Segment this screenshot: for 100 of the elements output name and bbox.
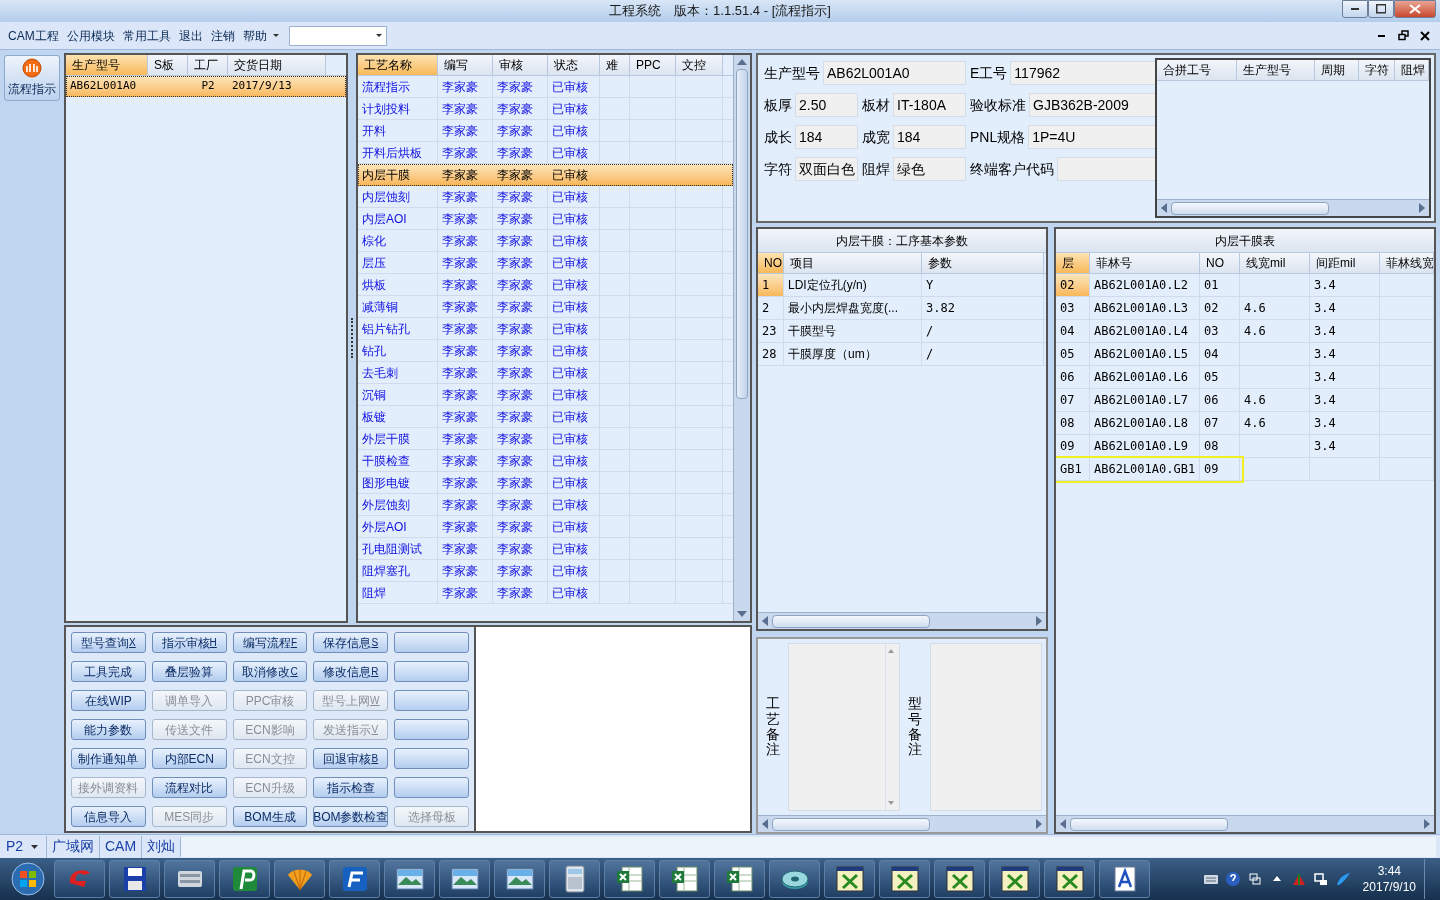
action-button[interactable]: 在线WIP xyxy=(71,690,146,711)
column-header[interactable]: 菲林号 xyxy=(1090,253,1200,273)
blank-button[interactable] xyxy=(394,632,469,653)
column-header[interactable]: 生产型号 xyxy=(66,55,148,75)
taskbar-button[interactable] xyxy=(109,860,160,898)
action-button[interactable]: BOM生成 xyxy=(232,806,308,827)
action-button[interactable]: 回退审核B xyxy=(313,748,389,769)
action-button[interactable]: 内部ECN xyxy=(151,748,227,769)
table-row[interactable]: AB62L001A0 P2 2017/9/13 xyxy=(66,76,346,97)
action-button[interactable]: 指示检查 xyxy=(313,777,389,798)
taskbar-button[interactable] xyxy=(934,860,985,898)
text-field[interactable] xyxy=(1057,157,1158,181)
table-row[interactable]: 干膜检查 李家豪 李家豪 已审核 xyxy=(358,450,733,472)
table-row[interactable]: 内层AOI 李家豪 李家豪 已审核 xyxy=(358,208,733,230)
maximize-button[interactable] xyxy=(1368,0,1394,18)
table-row[interactable]: 去毛刺 李家豪 李家豪 已审核 xyxy=(358,362,733,384)
action-button[interactable]: 型号查询X xyxy=(71,632,146,653)
menu-item[interactable]: 帮助 xyxy=(238,24,283,47)
blank-button[interactable] xyxy=(394,661,469,682)
blank-button[interactable] xyxy=(394,748,469,769)
column-header[interactable]: PPC xyxy=(630,55,676,75)
column-header[interactable]: 层 xyxy=(1056,253,1090,273)
taskbar-button[interactable] xyxy=(549,860,600,898)
table-row[interactable]: 外层AOI 李家豪 李家豪 已审核 xyxy=(358,516,733,538)
minimize-button[interactable] xyxy=(1342,0,1368,18)
action-button[interactable]: BOM参数检查 xyxy=(313,806,389,827)
note-field[interactable] xyxy=(930,643,1042,811)
table-row[interactable]: 计划投料 李家豪 李家豪 已审核 xyxy=(358,98,733,120)
text-field[interactable]: 绿色 xyxy=(893,157,966,181)
action-button[interactable]: 取消修改C xyxy=(232,661,308,682)
table-row[interactable]: 烘板 李家豪 李家豪 已审核 xyxy=(358,274,733,296)
taskbar-button[interactable] xyxy=(604,860,655,898)
column-header[interactable]: 生产型号 xyxy=(1237,60,1315,80)
taskbar-button[interactable] xyxy=(274,860,325,898)
taskbar-button[interactable] xyxy=(219,860,270,898)
scroll-bar[interactable] xyxy=(758,612,1046,629)
column-header[interactable]: 项目 xyxy=(784,253,922,273)
table-row[interactable]: 层压 李家豪 李家豪 已审核 xyxy=(358,252,733,274)
table-row[interactable]: 孔电阻测试 李家豪 李家豪 已审核 xyxy=(358,538,733,560)
action-button[interactable]: 制作通知单 xyxy=(71,748,146,769)
action-button[interactable]: 能力参数 xyxy=(71,719,146,740)
taskbar-button[interactable] xyxy=(494,860,545,898)
column-header[interactable]: 交货日期 xyxy=(228,55,326,75)
column-header[interactable]: 审核 xyxy=(493,55,548,75)
text-field[interactable]: 双面白色 xyxy=(795,157,858,181)
table-row[interactable]: 铝片钻孔 李家豪 李家豪 已审核 xyxy=(358,318,733,340)
taskbar-button[interactable] xyxy=(769,860,820,898)
column-header[interactable]: 菲林线宽 xyxy=(1380,253,1434,273)
table-row[interactable]: 内层干膜 李家豪 李家豪 已审核 xyxy=(358,164,733,186)
table-row[interactable]: 图形电镀 李家豪 李家豪 已审核 xyxy=(358,472,733,494)
text-field[interactable]: IT-180A xyxy=(893,93,966,117)
action-button[interactable]: 工具完成 xyxy=(71,661,146,682)
note-field[interactable] xyxy=(788,643,900,811)
taskbar-button[interactable] xyxy=(989,860,1040,898)
action-button[interactable]: 指示审核H xyxy=(151,632,227,653)
factory-dropdown[interactable]: P2 xyxy=(0,835,46,858)
menu-item[interactable]: 退出 xyxy=(174,24,207,47)
table-row[interactable]: 外层干膜 李家豪 李家豪 已审核 xyxy=(358,428,733,450)
table-row[interactable]: 流程指示 李家豪 李家豪 已审核 xyxy=(358,76,733,98)
menu-item[interactable]: 公用模块 xyxy=(62,24,119,47)
taskbar-button[interactable] xyxy=(879,860,930,898)
table-row[interactable]: 阻焊 李家豪 李家豪 已审核 xyxy=(358,582,733,604)
taskbar-button[interactable] xyxy=(384,860,435,898)
taskbar-button[interactable] xyxy=(329,860,380,898)
menu-item[interactable]: 注销 xyxy=(206,24,239,47)
column-header[interactable]: 参数 xyxy=(922,253,1044,273)
blank-button[interactable] xyxy=(394,690,469,711)
table-row[interactable]: 开料 李家豪 李家豪 已审核 xyxy=(358,120,733,142)
text-field[interactable]: 2.50 xyxy=(795,93,858,117)
taskbar-button[interactable] xyxy=(1044,860,1095,898)
column-header[interactable]: S板 xyxy=(148,55,188,75)
dropdown-field[interactable] xyxy=(288,25,387,46)
column-header[interactable]: 周期 xyxy=(1315,60,1359,80)
taskbar-button[interactable] xyxy=(1099,860,1150,898)
taskbar-button[interactable] xyxy=(164,860,215,898)
text-field[interactable]: GJB362B-2009 xyxy=(1029,93,1158,117)
menu-item[interactable]: CAM工程 xyxy=(4,24,63,47)
table-row[interactable]: 钻孔 李家豪 李家豪 已审核 xyxy=(358,340,733,362)
table-row[interactable]: 内层蚀刻 李家豪 李家豪 已审核 xyxy=(358,186,733,208)
column-header[interactable]: 合拼工号 xyxy=(1157,60,1237,80)
taskbar-button[interactable] xyxy=(439,860,490,898)
table-row[interactable]: 减薄铜 李家豪 李家豪 已审核 xyxy=(358,296,733,318)
column-header[interactable]: 难 xyxy=(600,55,630,75)
table-row[interactable]: 棕化 李家豪 李家豪 已审核 xyxy=(358,230,733,252)
taskbar-button[interactable] xyxy=(659,860,710,898)
blank-button[interactable] xyxy=(394,777,469,798)
scroll-bar[interactable] xyxy=(758,815,1046,832)
table-row[interactable]: 阻焊塞孔 李家豪 李家豪 已审核 xyxy=(358,560,733,582)
action-button[interactable]: 修改信息R xyxy=(313,661,389,682)
column-header[interactable]: 工厂 xyxy=(188,55,228,75)
scroll-bar[interactable] xyxy=(1056,815,1434,832)
action-button[interactable]: 保存信息S xyxy=(313,632,389,653)
text-field[interactable]: AB62L001A0 xyxy=(823,61,966,85)
blank-button[interactable] xyxy=(394,719,469,740)
table-row[interactable]: 外层蚀刻 李家豪 李家豪 已审核 xyxy=(358,494,733,516)
scroll-bar[interactable] xyxy=(733,55,750,621)
action-button[interactable]: 流程对比 xyxy=(151,777,227,798)
column-header[interactable]: 编写 xyxy=(438,55,493,75)
column-header[interactable]: 字符 xyxy=(1359,60,1395,80)
action-button[interactable]: 编写流程F xyxy=(232,632,308,653)
